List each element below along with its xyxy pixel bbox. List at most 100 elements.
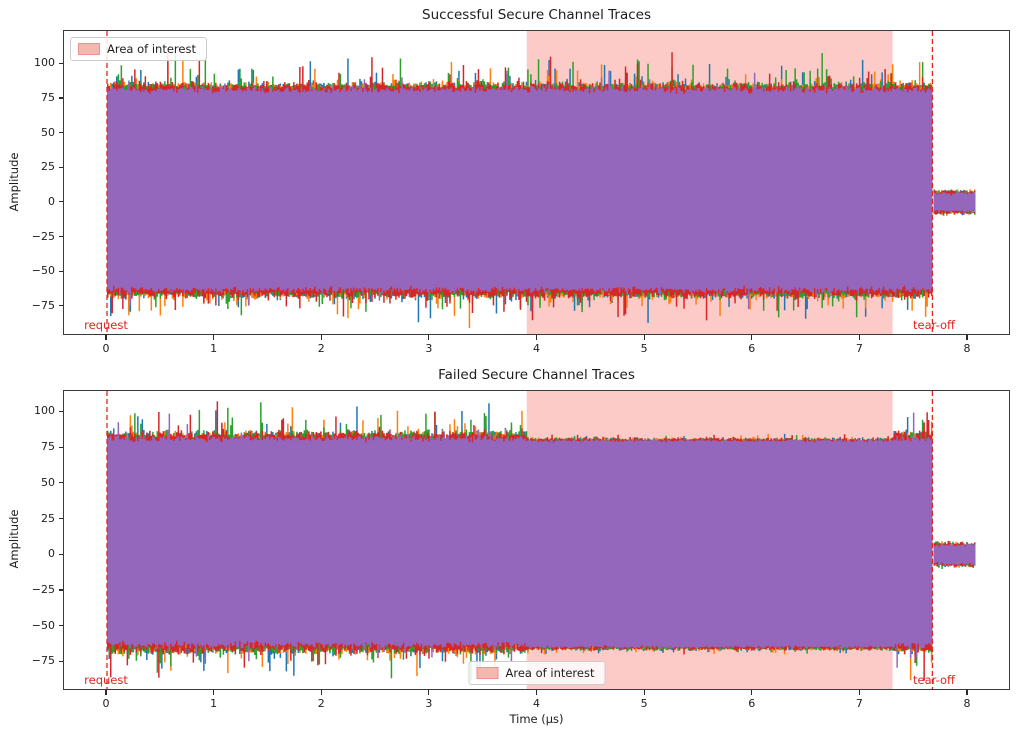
- y-tick-label: −50: [15, 619, 55, 632]
- trace-spike-layer: [107, 403, 932, 676]
- x-tick-mark: [859, 335, 860, 340]
- y-tick-label: −75: [15, 299, 55, 312]
- y-tick-label: 25: [15, 160, 55, 173]
- x-tick-mark: [536, 690, 537, 695]
- trace-spike-layer: [107, 51, 932, 317]
- x-tick-label: 4: [520, 342, 554, 355]
- x-axis-label: Time (µs): [63, 712, 1010, 726]
- y-tick-mark: [59, 661, 64, 662]
- y-tick-label: 25: [15, 512, 55, 525]
- x-tick-label: 7: [842, 342, 876, 355]
- legend-swatch-icon: [477, 667, 499, 679]
- y-tick-mark: [59, 305, 64, 306]
- x-tick-label: 3: [412, 342, 446, 355]
- x-tick-mark: [751, 690, 752, 695]
- x-tick-mark: [859, 690, 860, 695]
- idle-tail-layer: [934, 190, 976, 216]
- y-tick-mark: [59, 167, 64, 168]
- y-tick-label: 0: [15, 547, 55, 560]
- x-tick-label: 5: [627, 342, 661, 355]
- y-tick-mark: [59, 63, 64, 64]
- trace-body: [107, 71, 932, 310]
- y-tick-mark: [59, 97, 64, 98]
- y-tick-label: −25: [15, 230, 55, 243]
- x-tick-mark: [105, 335, 106, 340]
- x-tick-mark: [536, 335, 537, 340]
- trace-spike-layer: [107, 407, 932, 680]
- axes-box-successful: [63, 30, 1010, 335]
- x-tick-mark: [321, 690, 322, 695]
- x-tick-label: 7: [842, 697, 876, 710]
- x-tick-mark: [428, 690, 429, 695]
- plot-title-failed: Failed Secure Channel Traces: [63, 367, 1010, 383]
- trace-spike-layer: [107, 401, 932, 680]
- x-tick-label: 6: [735, 697, 769, 710]
- idle-tail-layer: [934, 189, 976, 214]
- area-of-interest-region: [527, 391, 893, 690]
- idle-tail-layer: [934, 541, 976, 567]
- legend-swatch-icon: [78, 43, 100, 55]
- idle-tail-layer: [934, 544, 976, 566]
- x-tick-mark: [751, 335, 752, 340]
- plot-successful: Successful Secure Channel Traces Amplitu…: [0, 0, 1024, 747]
- y-tick-label: 100: [15, 404, 55, 417]
- y-tick-label: 50: [15, 476, 55, 489]
- y-tick-label: −75: [15, 654, 55, 667]
- axes-box-failed: [63, 390, 1010, 690]
- annotation-request: request: [61, 318, 151, 332]
- trace-body: [107, 413, 932, 668]
- idle-tail-layer: [934, 541, 976, 567]
- x-tick-label: 8: [950, 342, 984, 355]
- x-tick-label: 1: [197, 342, 231, 355]
- y-tick-label: −25: [15, 583, 55, 596]
- legend-area-of-interest: Area of interest: [70, 37, 207, 61]
- annotation-tear-off: tear-off: [889, 673, 979, 687]
- y-tick-mark: [59, 132, 64, 133]
- y-axis-label: Amplitude: [7, 82, 21, 282]
- trace-canvas: [64, 391, 1010, 690]
- y-tick-label: −50: [15, 264, 55, 277]
- x-tick-label: 3: [412, 697, 446, 710]
- x-tick-mark: [644, 335, 645, 340]
- y-tick-mark: [59, 554, 64, 555]
- x-tick-mark: [966, 690, 967, 695]
- annotation-tear-off: tear-off: [889, 318, 979, 332]
- figure: Successful Secure Channel Traces Amplitu…: [0, 0, 1024, 747]
- y-tick-mark: [59, 589, 64, 590]
- x-tick-label: 0: [89, 697, 123, 710]
- y-tick-label: 50: [15, 126, 55, 139]
- y-tick-mark: [59, 518, 64, 519]
- y-tick-mark: [59, 482, 64, 483]
- y-tick-label: 0: [15, 195, 55, 208]
- x-tick-label: 8: [950, 697, 984, 710]
- idle-tail-layer: [934, 192, 976, 213]
- x-tick-label: 4: [520, 697, 554, 710]
- area-of-interest-region: [527, 31, 893, 335]
- plot-title-successful: Successful Secure Channel Traces: [63, 7, 1010, 23]
- y-tick-label: 75: [15, 91, 55, 104]
- x-tick-label: 6: [735, 342, 769, 355]
- y-tick-mark: [59, 236, 64, 237]
- x-tick-mark: [644, 690, 645, 695]
- trace-canvas: [64, 31, 1010, 335]
- x-tick-label: 5: [627, 697, 661, 710]
- x-tick-mark: [213, 690, 214, 695]
- trace-spike-layer: [107, 61, 932, 329]
- y-tick-mark: [59, 271, 64, 272]
- x-tick-mark: [213, 335, 214, 340]
- x-tick-mark: [966, 335, 967, 340]
- x-tick-label: 2: [304, 697, 338, 710]
- idle-tail-layer: [934, 541, 976, 568]
- plot-failed: Failed Secure Channel Traces Amplitude A…: [0, 0, 1024, 747]
- x-tick-mark: [105, 690, 106, 695]
- y-tick-mark: [59, 625, 64, 626]
- x-tick-mark: [321, 335, 322, 340]
- x-tick-mark: [428, 335, 429, 340]
- y-axis-label: Amplitude: [7, 439, 21, 639]
- trace-spike-layer: [107, 52, 932, 320]
- idle-tail-layer: [934, 189, 976, 216]
- x-tick-label: 1: [197, 697, 231, 710]
- y-tick-label: 75: [15, 440, 55, 453]
- annotation-request: request: [61, 673, 151, 687]
- legend-label: Area of interest: [506, 666, 595, 680]
